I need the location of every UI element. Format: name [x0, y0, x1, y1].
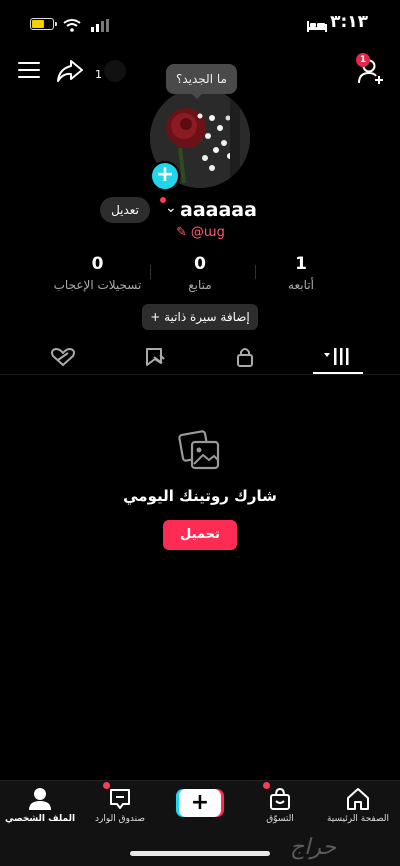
chevron-down-icon[interactable]: ⌄: [165, 200, 177, 216]
nav-shop-label: التسوّق: [266, 814, 294, 824]
handle: @աց: [190, 225, 225, 240]
followers-label: متابع: [188, 278, 212, 292]
nav-shop[interactable]: التسوّق: [240, 787, 320, 824]
signal-icon: [91, 19, 109, 32]
likes-label: تسجيلات الإعجاب: [53, 278, 142, 292]
shopping-bag-icon: [270, 787, 290, 810]
add-bio-button[interactable]: + إضافة سيرة ذاتية: [142, 304, 258, 330]
nav-profile-label: الملف الشخصي: [4, 814, 76, 824]
likes-count: 0: [91, 254, 104, 274]
tab-divider: [0, 374, 400, 375]
profile-icon: [29, 788, 51, 810]
reposts-icon[interactable]: [140, 345, 170, 369]
watermark: حراج: [290, 835, 337, 860]
status-time: ٣:١٣: [330, 12, 368, 32]
following-count: 1: [295, 254, 307, 274]
nav-profile[interactable]: الملف الشخصي: [0, 787, 80, 824]
story-circle[interactable]: [104, 60, 126, 82]
share-count: 1: [95, 68, 102, 81]
following-stat[interactable]: 1 أتابعه: [246, 254, 356, 292]
following-label: أتابعه: [288, 278, 314, 292]
plus-icon: +: [150, 310, 165, 324]
handle-row[interactable]: ✎ @աց: [176, 225, 225, 240]
home-icon: [347, 788, 369, 810]
tooltip-arrow: [190, 92, 204, 99]
followers-count: 0: [194, 254, 206, 274]
shop-notification-dot: [263, 782, 270, 789]
nav-home-label: الصفحة الرئيسية: [326, 814, 390, 824]
lock-icon[interactable]: [230, 345, 260, 369]
upload-button[interactable]: تحميل: [163, 520, 237, 550]
photos-icon: [178, 430, 220, 470]
nav-home[interactable]: الصفحة الرئيسية: [318, 787, 398, 824]
add-story-button[interactable]: +: [150, 161, 180, 191]
username[interactable]: aaaaaa: [180, 199, 257, 221]
empty-state-title: شارك روتينك اليومي: [123, 487, 277, 505]
whats-new-tooltip[interactable]: ما الجديد؟: [166, 64, 237, 94]
sleep-mode-icon: [307, 21, 327, 32]
create-button[interactable]: +: [179, 789, 221, 817]
edit-profile-button[interactable]: تعديل: [100, 197, 150, 223]
nav-inbox-label: صندوق الوارد: [94, 814, 146, 824]
videos-grid-icon[interactable]: [322, 345, 352, 369]
liked-icon[interactable]: [48, 345, 78, 369]
battery-icon: [30, 18, 57, 30]
wifi-icon: [63, 19, 81, 32]
inbox-icon: [110, 789, 130, 809]
add-bio-label: إضافة سيرة ذاتية: [164, 310, 250, 324]
notification-badge: 1: [356, 53, 370, 67]
likes-stat[interactable]: 0 تسجيلات الإعجاب: [40, 254, 155, 292]
inbox-notification-dot: [103, 782, 110, 789]
nav-inbox[interactable]: صندوق الوارد: [80, 787, 160, 824]
stat-divider: [255, 265, 256, 279]
followers-stat[interactable]: 0 متابع: [145, 254, 255, 292]
share-icon[interactable]: [56, 58, 84, 84]
home-indicator[interactable]: [130, 851, 270, 856]
menu-icon[interactable]: [18, 62, 40, 80]
pencil-icon: ✎: [176, 225, 187, 240]
